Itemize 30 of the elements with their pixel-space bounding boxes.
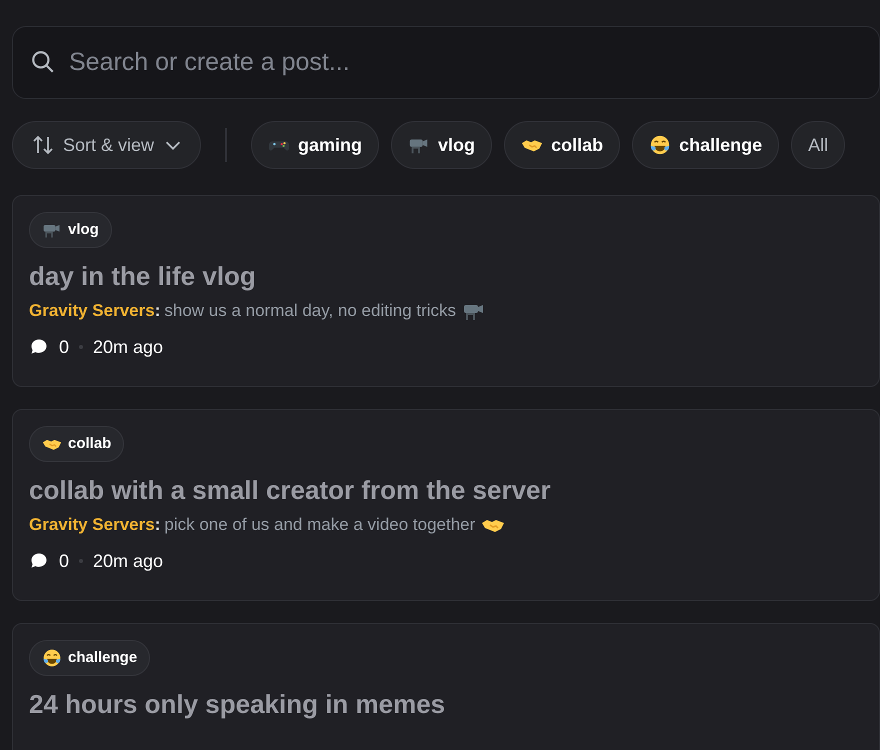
post-card[interactable]: challenge 24 hours only speaking in memes [12,623,880,750]
search-field[interactable]: Search or create a post... [12,26,880,99]
sort-icon [31,133,55,157]
tag-filter-chip[interactable]: All [791,121,846,169]
laughing-face-icon [42,648,62,668]
tag-filter-chip[interactable]: gaming [251,121,380,169]
comment-count: 0 [59,336,70,358]
post-card[interactable]: collab collab with a small creator from the server Gravity Servers: pick one of us and make a video together 0 20m ago [12,409,880,601]
colon-separator: : [154,514,160,536]
message-text: show us a normal day, no editing tricks [164,300,456,322]
post-title: collab with a small creator from the server [29,474,552,506]
post-time: 20m ago [93,550,164,573]
post-title: 24 hours only speaking in memes [29,688,446,720]
author-name: Gravity Servers [29,514,155,536]
comment-count: 0 [59,550,70,572]
post-time: 20m ago [93,336,164,359]
colon-separator: : [154,300,160,322]
tag-filter-chip[interactable]: vlog [391,121,492,169]
sort-button[interactable]: Sort & view [12,121,202,169]
post-card[interactable]: vlog day in the life vlog Gravity Servers: show us a normal day, no editing tricks 0 20m ago [12,195,880,387]
search-icon [30,49,56,75]
message-text: pick one of us and make a video together [164,514,476,536]
author-name: Gravity Servers [29,300,155,322]
laughing-face-icon [649,134,672,156]
tag-filter-chip[interactable]: challenge [632,121,780,169]
post-tag: collab [29,426,124,462]
post-title: day in the life vlog [29,260,257,292]
post-tag: challenge [29,640,150,676]
post-tag: vlog [29,212,112,248]
tag-filter-chip[interactable]: collab [504,121,620,169]
